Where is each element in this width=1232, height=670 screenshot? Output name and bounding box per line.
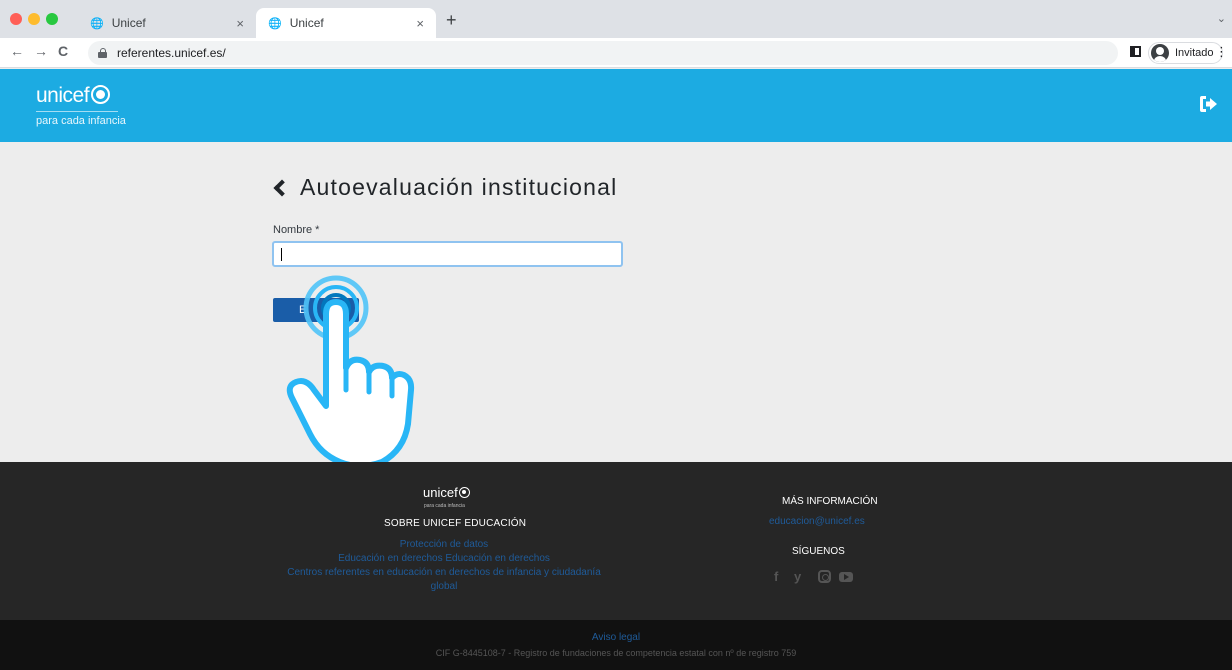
browser-tab-2[interactable]: 🌐 Unicef × bbox=[256, 8, 436, 38]
follow-heading: SÍGUENOS bbox=[792, 546, 845, 557]
guest-avatar-icon bbox=[1151, 44, 1169, 62]
reload-button[interactable]: C bbox=[58, 43, 68, 59]
chevron-left-icon[interactable] bbox=[273, 179, 291, 196]
tab-title: Unicef bbox=[111, 16, 146, 30]
new-tab-button[interactable]: + bbox=[446, 10, 457, 31]
centers-link[interactable]: Centros referentes en educación en derec… bbox=[280, 566, 608, 580]
site-header: unicef para cada infancia bbox=[0, 69, 1232, 142]
logo-divider bbox=[36, 111, 118, 112]
text-caret bbox=[281, 248, 282, 261]
twitter-icon[interactable]: y bbox=[794, 569, 801, 585]
main-content: Autoevaluación institucional Nombre * E bbox=[0, 142, 1232, 469]
footer-globe-icon bbox=[458, 487, 470, 498]
pointing-hand-icon bbox=[286, 275, 415, 469]
browser-tab-strip: 🌐 Unicef × 🌐 Unicef × + ⌄ bbox=[0, 0, 1232, 38]
profile-button[interactable]: Invitado bbox=[1148, 42, 1223, 64]
logout-icon[interactable] bbox=[1198, 95, 1218, 113]
browser-menu-icon[interactable]: ⋮ bbox=[1215, 44, 1228, 60]
lock-icon bbox=[98, 48, 107, 58]
side-panel-icon[interactable] bbox=[1130, 46, 1141, 57]
window-zoom-button[interactable] bbox=[46, 13, 58, 25]
unicef-logo[interactable]: unicef bbox=[36, 84, 111, 108]
tab-close-icon[interactable]: × bbox=[236, 16, 244, 31]
education-link[interactable]: Educación en derechos Educación en derec… bbox=[280, 552, 608, 566]
registry-text: CIF G-8445108-7 - Registro de fundacione… bbox=[435, 648, 797, 658]
footer-unicef-logo[interactable]: unicef bbox=[423, 485, 470, 500]
about-heading: SOBRE UNICEF EDUCACIÓN bbox=[384, 518, 527, 529]
forward-button[interactable]: → bbox=[34, 43, 48, 59]
page-title-text: Autoevaluación institucional bbox=[300, 174, 618, 200]
tab-title: Unicef bbox=[289, 16, 324, 30]
browser-tab-1[interactable]: 🌐 Unicef × bbox=[78, 8, 256, 38]
logo-text: unicef bbox=[36, 84, 90, 107]
instagram-icon[interactable] bbox=[818, 570, 831, 583]
unicef-favicon-icon: 🌐 bbox=[90, 17, 104, 30]
email-link[interactable]: educacion@unicef.es bbox=[769, 516, 865, 527]
tab-search-icon[interactable]: ⌄ bbox=[1217, 12, 1226, 25]
privacy-link[interactable]: Protección de datos bbox=[280, 538, 608, 552]
footer-links: Protección de datos Educación en derecho… bbox=[280, 538, 608, 594]
tab-close-icon[interactable]: × bbox=[416, 16, 424, 31]
address-bar[interactable]: referentes.unicef.es/ bbox=[88, 41, 1118, 65]
window-close-button[interactable] bbox=[10, 13, 22, 25]
site-footer: unicef para cada infancia SOBRE UNICEF E… bbox=[0, 462, 1232, 620]
facebook-icon[interactable]: f bbox=[774, 569, 778, 585]
logo-tagline: para cada infancia bbox=[36, 115, 126, 127]
window-minimize-button[interactable] bbox=[28, 13, 40, 25]
unicef-favicon-icon: 🌐 bbox=[268, 17, 282, 30]
unicef-globe-icon bbox=[91, 85, 111, 104]
name-input[interactable] bbox=[272, 241, 623, 267]
footer-logo-text: unicef bbox=[423, 485, 458, 500]
youtube-icon[interactable] bbox=[839, 572, 853, 582]
footer-logo-tagline: para cada infancia bbox=[424, 503, 465, 509]
name-field-label: Nombre * bbox=[273, 224, 320, 236]
more-info-heading: MÁS INFORMACIÓN bbox=[782, 496, 878, 507]
centers-link-continued[interactable]: global bbox=[280, 580, 608, 594]
page-title: Autoevaluación institucional bbox=[272, 174, 617, 201]
legal-bar: Aviso legal CIF G-8445108-7 - Registro d… bbox=[0, 620, 1232, 670]
legal-notice-link[interactable]: Aviso legal bbox=[0, 620, 1232, 643]
url-text: referentes.unicef.es/ bbox=[117, 46, 226, 60]
profile-label: Invitado bbox=[1175, 47, 1214, 59]
back-button[interactable]: ← bbox=[10, 43, 24, 59]
browser-toolbar: ← → C referentes.unicef.es/ Invitado ⋮ bbox=[0, 38, 1232, 68]
